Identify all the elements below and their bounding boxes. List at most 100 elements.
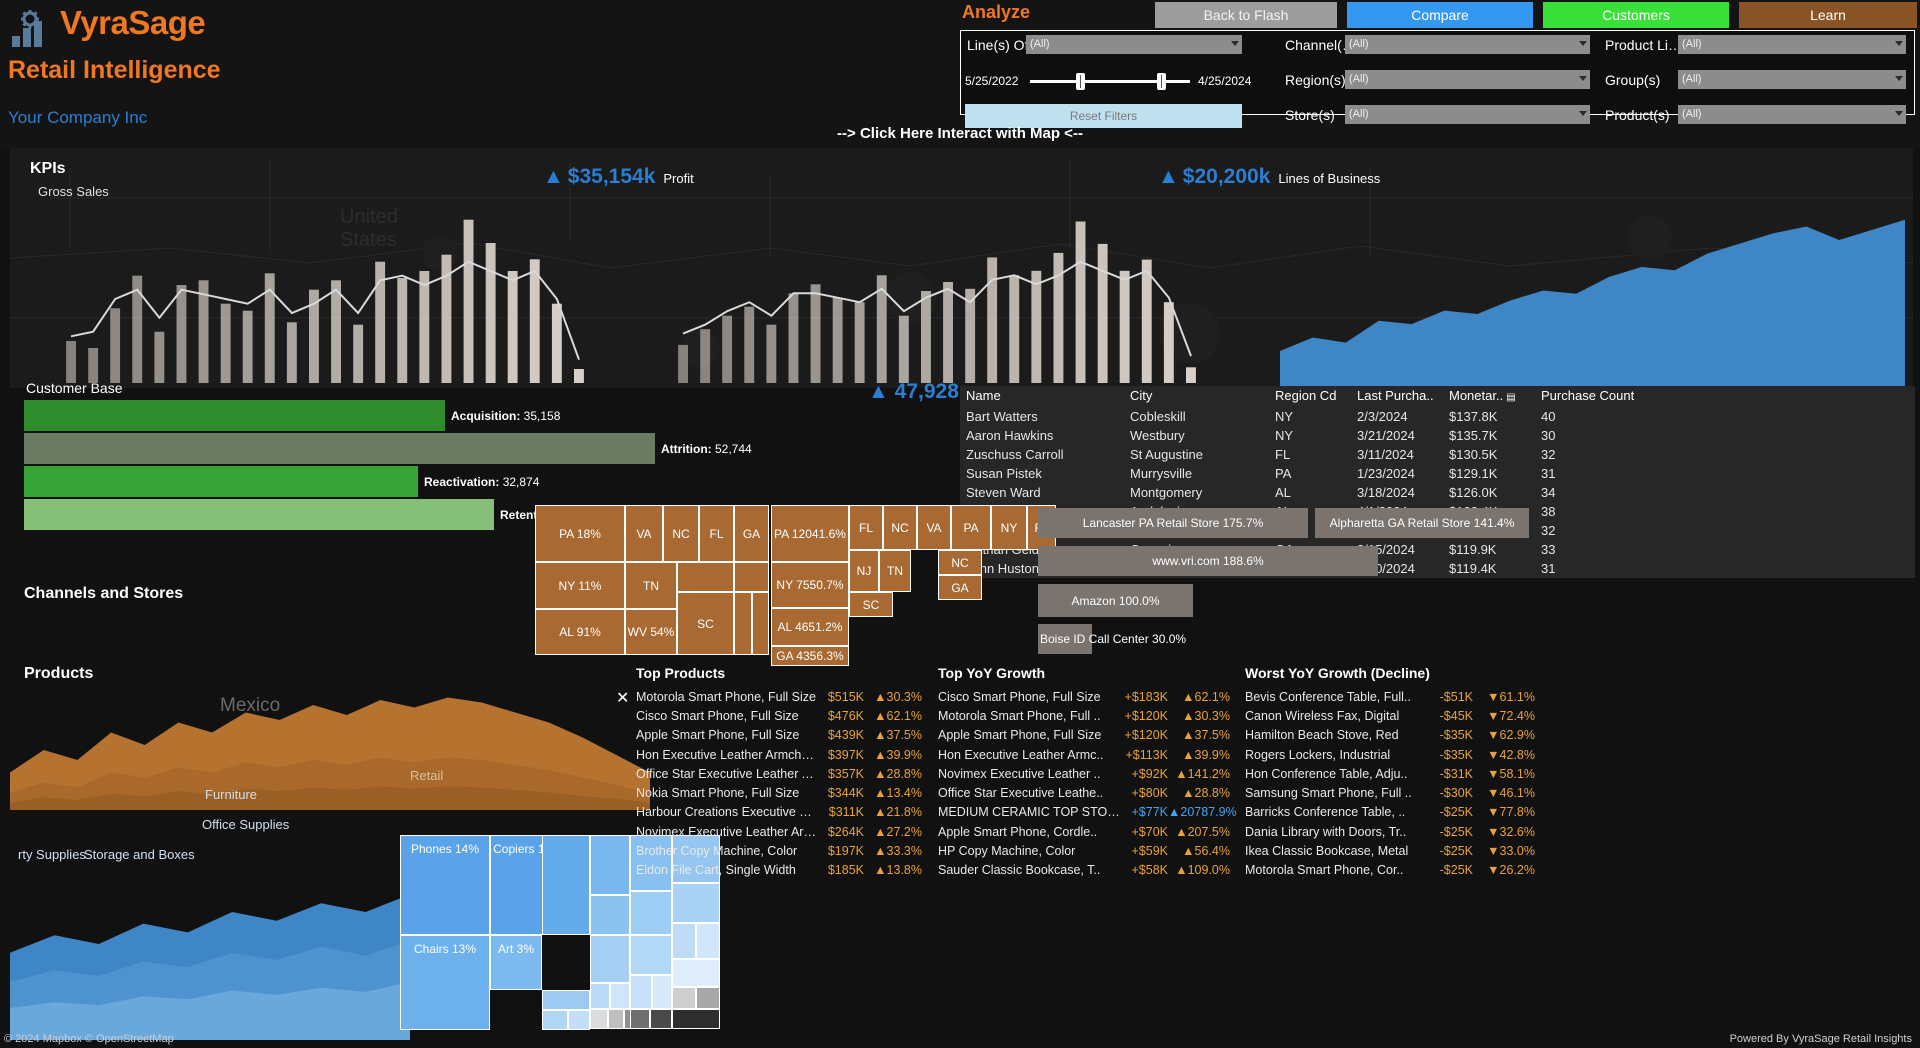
store-bar[interactable]: Amazon 100.0%: [1038, 584, 1193, 617]
list-item[interactable]: Hon Conference Table, Adju.. -$31K ▼58.1%: [1245, 764, 1540, 783]
slider-handle-end[interactable]: [1157, 73, 1166, 90]
treemap-cell[interactable]: Phones 14%: [400, 835, 490, 935]
list-item[interactable]: Apple Smart Phone, Full Size $439K ▲37.5%: [636, 726, 926, 745]
treemap-cell[interactable]: [734, 562, 769, 592]
treemap-cell[interactable]: [677, 562, 734, 592]
treemap-cell[interactable]: NY 11%: [535, 562, 625, 609]
treemap-cell[interactable]: WV 54%: [625, 609, 677, 655]
table-row[interactable]: Aaron Hawkins Westbury NY 3/21/2024 $135.7K 3…: [960, 426, 1915, 445]
treemap-cell[interactable]: [590, 835, 630, 895]
nav-back-to-flash-button[interactable]: Back to Flash: [1155, 2, 1337, 28]
table-row[interactable]: Steven Ward Montgomery AL 3/18/2024 $126.0K 3…: [960, 483, 1915, 502]
filter-select-regions[interactable]: (All): [1345, 70, 1590, 89]
list-item[interactable]: Novimex Executive Leather Armc.. $264K ▲27…: [636, 822, 926, 841]
sort-icon[interactable]: ▤: [1506, 392, 1515, 403]
filter-select-product-line[interactable]: (All): [1678, 35, 1906, 54]
treemap-cell[interactable]: Chairs 13%: [400, 935, 490, 1030]
list-item[interactable]: Sauder Classic Bookcase, T.. +$58K ▲109.0%: [938, 861, 1233, 880]
channels-region-treemap[interactable]: PA 18% VA NC FL GA NY 11% TN AL 91% WV 54% SC: [535, 505, 770, 657]
treemap-cell[interactable]: VA: [625, 505, 663, 562]
list-item[interactable]: Motorola Smart Phone, Full .. +$120K ▲30.3…: [938, 706, 1233, 725]
treemap-cell[interactable]: PA 18%: [535, 505, 625, 562]
store-bar[interactable]: Lancaster PA Retail Store 175.7%: [1038, 508, 1308, 538]
slider-handle-start[interactable]: [1076, 73, 1085, 90]
filter-select-channel[interactable]: (All): [1345, 35, 1590, 54]
treemap-cell[interactable]: [650, 1009, 672, 1029]
list-item[interactable]: Motorola Smart Phone, Cor.. -$25K ▼26.2%: [1245, 861, 1540, 880]
store-bar[interactable]: Alpharetta GA Retail Store 141.4%: [1315, 508, 1529, 538]
table-column-header[interactable]: Region Cd: [1275, 386, 1357, 407]
filter-select-lines-of-business[interactable]: (All): [1026, 35, 1242, 54]
treemap-cell[interactable]: PA 12041.6%: [771, 505, 849, 562]
treemap-cell[interactable]: [590, 895, 630, 935]
treemap-cell[interactable]: [672, 1009, 720, 1029]
nav-compare-button[interactable]: Compare: [1347, 2, 1533, 28]
list-item[interactable]: Samsung Smart Phone, Full .. -$30K ▼46.1%: [1245, 783, 1540, 802]
treemap-cell[interactable]: NC: [663, 505, 699, 562]
treemap-cell[interactable]: VA: [917, 505, 951, 550]
list-item[interactable]: Barricks Conference Table, .. -$25K ▼77.8%: [1245, 803, 1540, 822]
treemap-cell[interactable]: GA 4356.3%: [771, 646, 849, 666]
treemap-cell[interactable]: [630, 935, 672, 975]
treemap-cell[interactable]: [590, 935, 630, 983]
treemap-cell[interactable]: GA: [938, 575, 982, 600]
treemap-cell[interactable]: [672, 923, 696, 959]
treemap-cell[interactable]: GA: [734, 505, 769, 562]
list-item[interactable]: Novimex Executive Leather .. +$92K ▲141.2%: [938, 764, 1233, 783]
date-range-slider[interactable]: 5/25/2022 4/25/2024: [965, 70, 1255, 92]
list-item[interactable]: Bevis Conference Table, Full.. -$51K ▼61.1…: [1245, 687, 1540, 706]
treemap-cell[interactable]: AL 4651.2%: [771, 608, 849, 646]
slider-track[interactable]: [1030, 80, 1190, 83]
treemap-cell[interactable]: [630, 975, 652, 1009]
filter-select-groups[interactable]: (All): [1678, 70, 1906, 89]
treemap-cell[interactable]: FL: [699, 505, 734, 562]
map-interaction-hint[interactable]: --> Click Here Interact with Map <--: [0, 125, 1920, 142]
nav-customers-button[interactable]: Customers: [1543, 2, 1729, 28]
treemap-cell[interactable]: [568, 1010, 590, 1030]
treemap-cell[interactable]: [696, 923, 720, 959]
list-item[interactable]: Hon Executive Leather Armchair,.. $397K ▲3…: [636, 745, 926, 764]
customer-base-bar[interactable]: [24, 499, 494, 530]
treemap-cell[interactable]: [542, 990, 590, 1010]
table-row[interactable]: Zuschuss Carroll St Augustine FL 3/11/2024 $…: [960, 445, 1915, 464]
list-item[interactable]: HP Copy Machine, Color +$59K ▲56.4%: [938, 841, 1233, 860]
table-column-header[interactable]: City: [1130, 386, 1275, 407]
list-item[interactable]: Hon Executive Leather Armc.. +$113K ▲39.9%: [938, 745, 1233, 764]
table-row[interactable]: Susan Pistek Murrysville PA 1/23/2024 $129.1…: [960, 464, 1915, 483]
list-item[interactable]: Office Star Executive Leather Ar.. $357K ▲…: [636, 764, 926, 783]
treemap-cell[interactable]: [752, 592, 769, 655]
treemap-cell[interactable]: NC: [883, 505, 917, 550]
list-item[interactable]: Motorola Smart Phone, Full Size $515K ▲30.…: [636, 687, 926, 706]
filter-select-products[interactable]: (All): [1678, 105, 1906, 124]
treemap-cell[interactable]: [630, 1009, 650, 1029]
table-column-header[interactable]: Purchase Count: [1541, 386, 1915, 407]
customer-base-bar[interactable]: [24, 433, 655, 464]
treemap-cell[interactable]: TN: [879, 550, 911, 592]
list-item[interactable]: Apple Smart Phone, Full Size +$120K ▲37.5%: [938, 726, 1233, 745]
treemap-cell[interactable]: [542, 835, 590, 935]
treemap-cell[interactable]: TN: [625, 562, 677, 609]
treemap-cell[interactable]: FL: [849, 505, 883, 550]
table-column-header[interactable]: Last Purcha..: [1357, 386, 1449, 407]
list-item[interactable]: Hamilton Beach Stove, Red -$35K ▼62.9%: [1245, 726, 1540, 745]
store-bar[interactable]: www.vri.com 188.6%: [1038, 546, 1378, 576]
list-item[interactable]: Office Star Executive Leathe.. +$80K ▲28.8…: [938, 783, 1233, 802]
worst-yoy-growth-list[interactable]: Worst YoY Growth (Decline) Bevis Confere…: [1245, 665, 1540, 880]
products-area-chart[interactable]: Technology Furniture Office Supplies rty…: [10, 790, 410, 1040]
table-column-header[interactable]: Monetar.. ▤: [1449, 386, 1541, 407]
list-item[interactable]: Canon Wireless Fax, Digital -$45K ▼72.4%: [1245, 706, 1540, 725]
list-item[interactable]: Cisco Smart Phone, Full Size +$183K ▲62.1%: [938, 687, 1233, 706]
treemap-cell[interactable]: [672, 883, 720, 923]
customer-base-bar[interactable]: [24, 400, 445, 431]
treemap-cell[interactable]: [590, 983, 610, 1009]
list-item[interactable]: MEDIUM CERAMIC TOP STOR.. +$77K ▲20787.9%: [938, 803, 1237, 822]
list-item[interactable]: Cisco Smart Phone, Full Size $476K ▲62.1%: [636, 706, 926, 725]
treemap-cell[interactable]: [734, 592, 752, 655]
list-item[interactable]: Harbour Creations Executive Lea.. $311K ▲2…: [636, 803, 926, 822]
list-item[interactable]: Rogers Lockers, Industrial -$35K ▼42.8%: [1245, 745, 1540, 764]
list-item[interactable]: Apple Smart Phone, Cordle.. +$70K ▲207.5%: [938, 822, 1233, 841]
list-item[interactable]: Eldon File Cart, Single Width $185K ▲13.8%: [636, 861, 926, 880]
treemap-cell[interactable]: [590, 1009, 608, 1029]
list-item[interactable]: Ikea Classic Bookcase, Metal -$25K ▼33.0%: [1245, 841, 1540, 860]
list-item[interactable]: Dania Library with Doors, Tr.. -$25K ▼32.6…: [1245, 822, 1540, 841]
